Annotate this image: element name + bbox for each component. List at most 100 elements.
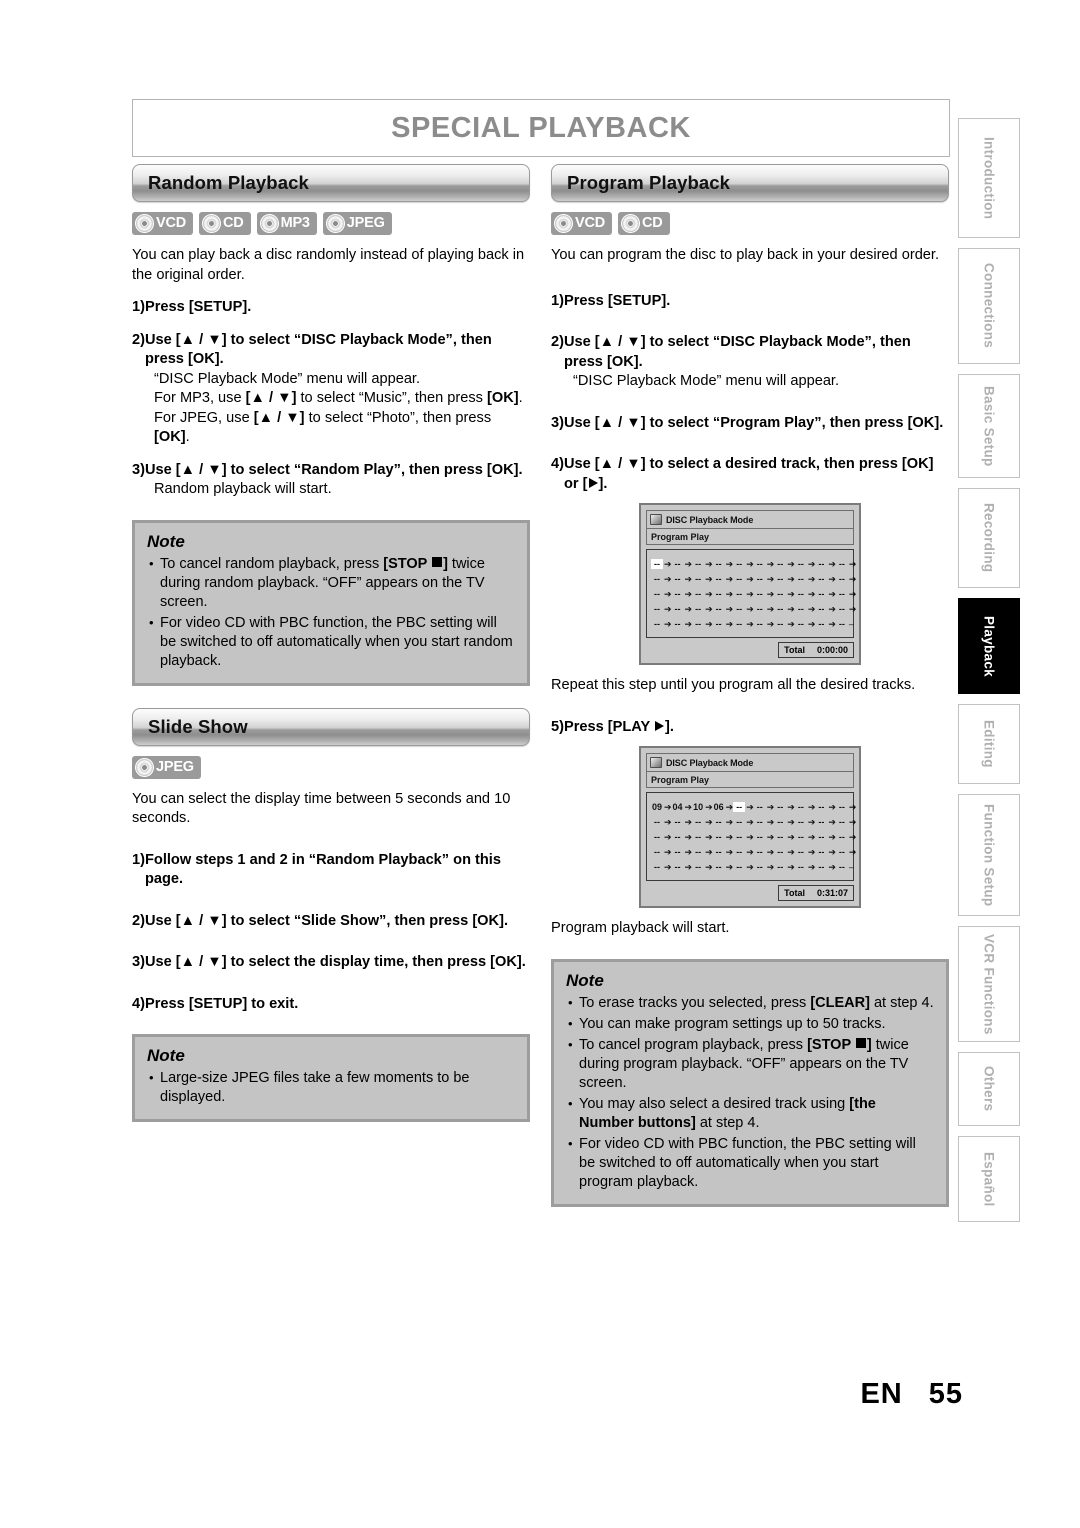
osd-program-slot[interactable]: -- ➔	[815, 802, 836, 812]
osd-program-slot[interactable]: -- –	[836, 619, 854, 629]
osd-program-slot[interactable]: -- ➔	[754, 847, 775, 857]
osd-program-slot[interactable]: -- ➔	[713, 589, 734, 599]
osd-program-slot[interactable]: -- ➔	[795, 802, 816, 812]
osd-program-slot[interactable]: -- ➔	[774, 817, 795, 827]
osd-program-slot[interactable]: -- ➔	[733, 847, 754, 857]
osd-program-slot[interactable]: -- ➔	[713, 559, 734, 569]
osd-program-slot[interactable]: -- ➔	[692, 832, 713, 842]
osd-program-slot[interactable]: 04 ➔	[672, 802, 693, 812]
osd-program-slot[interactable]: -- ➔	[672, 604, 693, 614]
osd-program-slot[interactable]: -- ➔	[692, 604, 713, 614]
chapter-tab-playback[interactable]: Playback	[958, 598, 1020, 694]
osd-program-slot[interactable]: -- ➔	[651, 862, 672, 872]
chapter-tab-others[interactable]: Others	[958, 1052, 1020, 1126]
osd-program-slot[interactable]: -- ➔	[754, 832, 775, 842]
osd-program-slot[interactable]: -- ➔	[795, 619, 816, 629]
osd-program-slot[interactable]: -- ➔	[795, 604, 816, 614]
osd-program-slot[interactable]: -- ➔	[672, 817, 693, 827]
osd-program-slot[interactable]: -- ➔	[815, 817, 836, 827]
osd-program-slot[interactable]: -- ➔	[774, 574, 795, 584]
osd-program-slot[interactable]: -- ➔	[692, 619, 713, 629]
osd-program-slot[interactable]: -- ➔	[774, 619, 795, 629]
osd-program-slot[interactable]: -- ➔	[815, 832, 836, 842]
osd-program-slot[interactable]: -- ➔	[713, 574, 734, 584]
osd-program-slot[interactable]: -- ➔	[692, 589, 713, 599]
osd-program-slot[interactable]: -- ➔	[815, 862, 836, 872]
osd-program-slot[interactable]: -- ➔	[733, 604, 754, 614]
osd-program-slot[interactable]: -- ➔	[815, 559, 836, 569]
osd-program-slot[interactable]: -- ➔	[795, 817, 816, 827]
osd-program-slot[interactable]: -- ➔	[692, 847, 713, 857]
osd-program-slot[interactable]: -- ➔	[733, 817, 754, 827]
osd-program-slot[interactable]: -- ➔	[672, 589, 693, 599]
osd-program-slot[interactable]: -- ➔	[733, 619, 754, 629]
osd-program-slot[interactable]: -- ➔	[672, 847, 693, 857]
osd-program-slot[interactable]: 06 ➔	[713, 802, 734, 812]
osd-program-slot[interactable]: -- ➔	[692, 559, 713, 569]
osd-program-slot[interactable]: -- ➔	[774, 862, 795, 872]
osd-program-slot[interactable]: -- ➔	[754, 574, 775, 584]
chapter-tab-recording[interactable]: Recording	[958, 488, 1020, 588]
osd-program-slot[interactable]: 09 ➔	[651, 802, 672, 812]
osd-program-slot[interactable]: -- ➔	[795, 589, 816, 599]
osd-program-slot[interactable]: -- ➔	[733, 801, 754, 812]
osd-program-slot[interactable]: -- ➔	[774, 847, 795, 857]
osd-program-slot[interactable]: -- ➔	[733, 574, 754, 584]
osd-program-slot[interactable]: 10 ➔	[692, 802, 713, 812]
osd-program-slot[interactable]: -- ➔	[754, 802, 775, 812]
osd-program-slot[interactable]: -- ➔	[774, 559, 795, 569]
chapter-tab-vcr-functions[interactable]: VCR Functions	[958, 926, 1020, 1042]
osd-program-slot[interactable]: -- ➔	[754, 604, 775, 614]
osd-program-slot[interactable]: -- ➔	[733, 832, 754, 842]
osd-program-slot[interactable]: -- ➔	[795, 832, 816, 842]
osd-program-slot[interactable]: -- ➔	[651, 847, 672, 857]
osd-program-slot[interactable]: -- ➔	[795, 574, 816, 584]
osd-program-slot[interactable]: -- ➔	[651, 619, 672, 629]
osd-program-slot[interactable]: -- ➔	[713, 832, 734, 842]
osd-program-slot[interactable]: -- ➔	[651, 558, 672, 569]
osd-program-slot[interactable]: -- ➔	[815, 589, 836, 599]
chapter-tab-editing[interactable]: Editing	[958, 704, 1020, 784]
osd-program-grid-programmed[interactable]: 09 ➔ 04 ➔ 10 ➔ 06 ➔ -- ➔ -- ➔ -- ➔ -- ➔ -- ➔ -- ➔ -- ➔ -- ➔ -- ➔ -…	[646, 792, 857, 881]
osd-program-slot[interactable]: -- ➔	[836, 574, 857, 584]
chapter-tab-español[interactable]: Español	[958, 1136, 1020, 1222]
chapter-tab-basic-setup[interactable]: Basic Setup	[958, 374, 1020, 478]
osd-program-slot[interactable]: -- ➔	[754, 619, 775, 629]
osd-program-slot[interactable]: -- ➔	[651, 589, 672, 599]
osd-program-slot[interactable]: -- ➔	[774, 604, 795, 614]
osd-program-slot[interactable]: -- ➔	[836, 802, 857, 812]
osd-program-slot[interactable]: -- ➔	[713, 862, 734, 872]
osd-program-slot[interactable]: -- ➔	[754, 862, 775, 872]
osd-program-slot[interactable]: -- ➔	[672, 619, 693, 629]
osd-program-slot[interactable]: -- ➔	[774, 589, 795, 599]
osd-program-slot[interactable]: -- ➔	[836, 604, 857, 614]
osd-program-slot[interactable]: -- ➔	[795, 559, 816, 569]
osd-program-slot[interactable]: -- ➔	[836, 847, 857, 857]
chapter-tab-introduction[interactable]: Introduction	[958, 118, 1020, 238]
osd-program-slot[interactable]: -- ➔	[795, 847, 816, 857]
osd-program-slot[interactable]: -- –	[836, 862, 854, 872]
chapter-tab-function-setup[interactable]: Function Setup	[958, 794, 1020, 916]
osd-program-slot[interactable]: -- ➔	[713, 604, 734, 614]
osd-program-slot[interactable]: -- ➔	[672, 574, 693, 584]
osd-program-slot[interactable]: -- ➔	[672, 559, 693, 569]
osd-program-slot[interactable]: -- ➔	[754, 817, 775, 827]
osd-program-slot[interactable]: -- ➔	[672, 832, 693, 842]
osd-program-slot[interactable]: -- ➔	[733, 862, 754, 872]
osd-program-slot[interactable]: -- ➔	[815, 847, 836, 857]
osd-program-slot[interactable]: -- ➔	[795, 862, 816, 872]
osd-program-slot[interactable]: -- ➔	[651, 574, 672, 584]
osd-program-slot[interactable]: -- ➔	[692, 817, 713, 827]
chapter-tab-connections[interactable]: Connections	[958, 248, 1020, 364]
osd-program-slot[interactable]: -- ➔	[836, 589, 857, 599]
osd-program-slot[interactable]: -- ➔	[651, 832, 672, 842]
osd-program-slot[interactable]: -- ➔	[774, 802, 795, 812]
osd-program-slot[interactable]: -- ➔	[754, 589, 775, 599]
osd-program-slot[interactable]: -- ➔	[713, 847, 734, 857]
osd-program-slot[interactable]: -- ➔	[836, 559, 857, 569]
osd-program-slot[interactable]: -- ➔	[651, 817, 672, 827]
osd-program-slot[interactable]: -- ➔	[672, 862, 693, 872]
osd-program-slot[interactable]: -- ➔	[651, 604, 672, 614]
osd-program-slot[interactable]: -- ➔	[815, 619, 836, 629]
osd-program-slot[interactable]: -- ➔	[692, 862, 713, 872]
